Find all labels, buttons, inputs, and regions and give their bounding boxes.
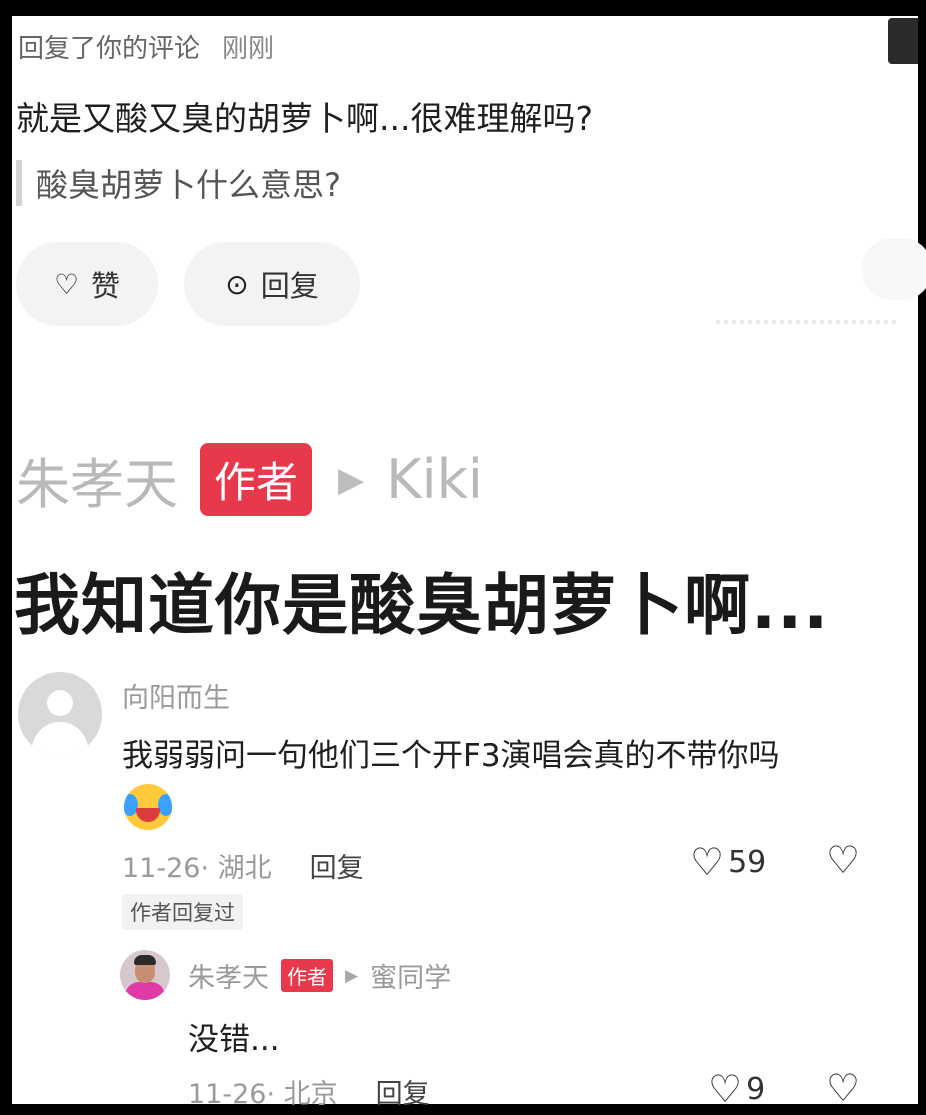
notification-thumbnail[interactable] — [888, 18, 918, 64]
sub-reply-target-name[interactable]: 蜜同学 — [370, 956, 451, 995]
screenshot-page: 回复了你的评论 刚刚 就是又酸又臭的胡萝卜啊...很难理解吗? 酸臭胡萝卜什么意思… — [0, 0, 926, 1115]
author-reply-header: 朱孝天 作者 ▶ Kiki — [16, 440, 483, 519]
reply-button[interactable]: ⊙ 回复 — [184, 242, 360, 326]
comment-like-button[interactable]: ♡ 59 — [690, 840, 766, 884]
heart-icon: ♡ — [708, 1067, 743, 1111]
avatar[interactable] — [18, 672, 102, 756]
top-black-bar — [0, 0, 926, 16]
quote-bar — [16, 160, 22, 206]
sub-reply-author-name[interactable]: 朱孝天 — [188, 956, 269, 995]
comment-date-location: 11-26· 湖北 — [122, 853, 272, 884]
sub-reply-like-count: 9 — [746, 1071, 766, 1107]
comment-username[interactable]: 向阳而生 — [122, 676, 230, 715]
author-badge: 作者 — [200, 443, 313, 516]
like-button[interactable]: ♡ 赞 — [16, 242, 158, 326]
sub-reply-reply-button[interactable]: 回复 — [376, 1079, 430, 1110]
sub-reply-text: 没错... — [188, 1022, 280, 1058]
bottom-black-bar — [0, 1104, 926, 1115]
faded-overlay-text — [716, 320, 896, 326]
play-arrow-icon: ▶ — [338, 459, 365, 500]
notification-time: 刚刚 — [222, 34, 275, 64]
broken-heart-icon[interactable]: ♡ — [826, 1066, 860, 1110]
comment-meta: 11-26· 湖北 回复 — [122, 846, 364, 885]
quoted-comment: 酸臭胡萝卜什么意思? — [16, 160, 341, 206]
heart-icon: ♡ — [690, 840, 725, 884]
notification-header: 回复了你的评论 刚刚 — [18, 28, 274, 65]
broken-heart-icon[interactable]: ♡ — [826, 838, 860, 882]
comment-reply-button[interactable]: 回复 — [310, 853, 364, 884]
notification-reply-text: 就是又酸又臭的胡萝卜啊...很难理解吗? — [16, 99, 593, 138]
author-name[interactable]: 朱孝天 — [16, 440, 178, 519]
sub-reply-header: 朱孝天 作者 ▶ 蜜同学 — [188, 956, 451, 995]
comment-text: 我弱弱问一句他们三个开F3演唱会真的不带你吗 — [122, 738, 780, 774]
sub-reply-like-button[interactable]: ♡ 9 — [708, 1067, 765, 1111]
sub-reply-author-badge: 作者 — [281, 959, 333, 992]
avatar-head — [47, 690, 73, 716]
like-button-label: 赞 — [91, 269, 121, 303]
author-avatar[interactable] — [120, 950, 170, 1000]
faded-overlay-button — [862, 238, 926, 300]
avatar-body — [32, 722, 88, 756]
sub-reply-date-location: 11-26· 北京 — [188, 1079, 338, 1110]
heart-icon: ♡ — [53, 267, 80, 301]
notification-action: 回复了你的评论 — [18, 34, 201, 64]
sub-reply-meta: 11-26· 北京 回复 — [188, 1072, 430, 1111]
laughing-crying-emoji-icon — [124, 784, 172, 830]
play-arrow-icon: ▶ — [345, 965, 359, 986]
reply-target-name[interactable]: Kiki — [386, 448, 483, 511]
right-black-bar — [918, 0, 926, 1115]
left-black-bar — [0, 0, 12, 1115]
author-replied-tag: 作者回复过 — [122, 894, 243, 930]
quoted-comment-text: 酸臭胡萝卜什么意思? — [36, 166, 341, 204]
author-reply-text: 我知道你是酸臭胡萝卜啊... — [14, 567, 830, 644]
reply-button-label: 回复 — [260, 269, 319, 303]
comment-bubble-icon: ⊙ — [225, 267, 249, 301]
comment-like-count: 59 — [728, 844, 767, 880]
